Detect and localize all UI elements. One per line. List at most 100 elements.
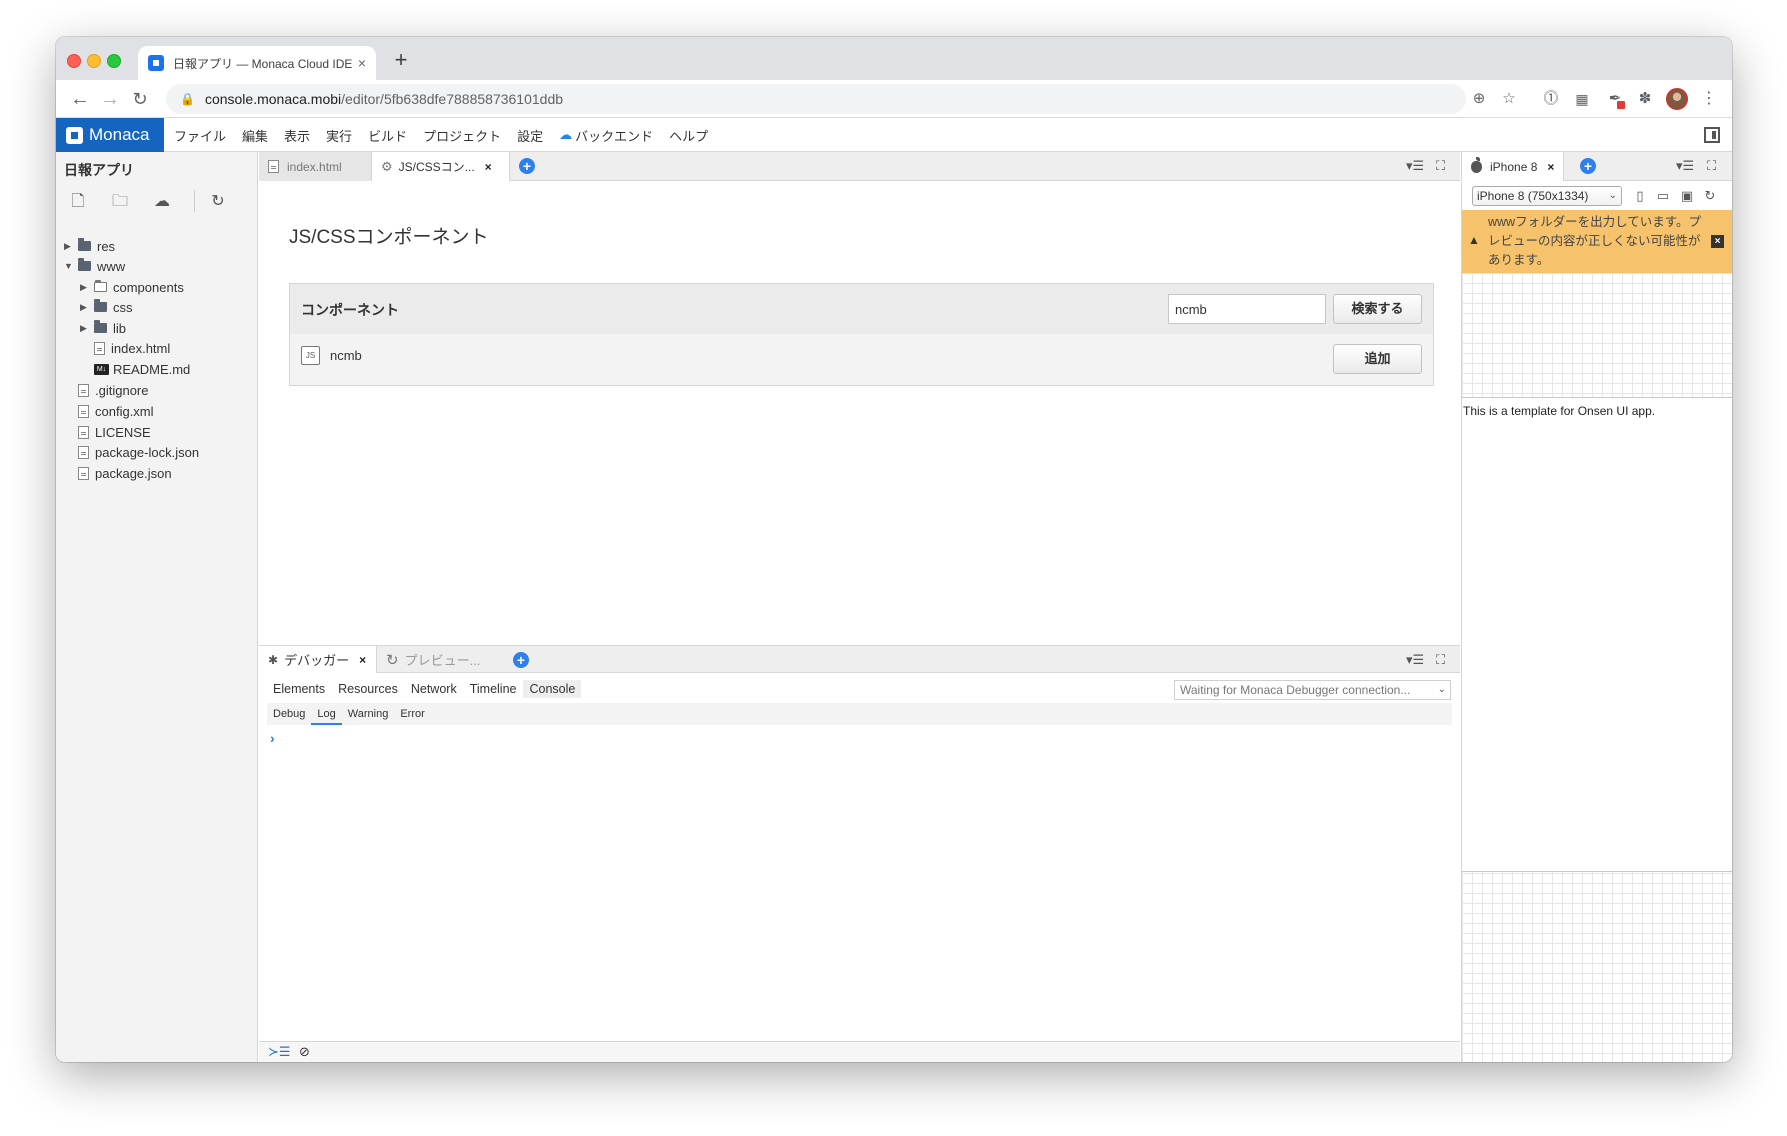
devtools-tab-network[interactable]: Network (405, 680, 463, 698)
add-to-page-icon[interactable]: ⊕ (1469, 89, 1489, 109)
menu-settings[interactable]: 設定 (517, 126, 543, 145)
forward-button[interactable]: → (96, 85, 124, 113)
component-search-header: コンポーネント 検索する (289, 283, 1434, 335)
panel-menu-icon[interactable]: ▾☰ (1676, 157, 1694, 175)
menu-view[interactable]: 表示 (284, 126, 310, 145)
reload-button[interactable]: ↻ (126, 85, 154, 113)
panel-menu-icon[interactable]: ▾☰ (1406, 651, 1424, 669)
menu-project[interactable]: プロジェクト (423, 126, 501, 145)
caret-right-icon[interactable]: ▶ (80, 302, 90, 313)
clear-console-icon[interactable]: ⊘ (299, 1044, 310, 1060)
project-sidebar: 日報アプリ 🗋 🗀 ☁ ↻ ▶ res ▼ www ▶ components ▶ css… (56, 152, 258, 1062)
add-tab-icon[interactable]: + (1580, 158, 1596, 174)
tree-item-config-xml[interactable]: config.xml (74, 401, 154, 421)
device-select[interactable]: iPhone 8 (750x1334) ⌄ (1472, 186, 1622, 206)
maximize-panel-icon[interactable]: ⛶ (1436, 651, 1445, 669)
minimize-window-button[interactable] (87, 54, 101, 68)
tree-item-lib[interactable]: ▶ lib (80, 318, 126, 338)
password-extension-icon[interactable]: ⓵ (1541, 89, 1561, 109)
more-menu-icon[interactable]: ⋮ (1699, 89, 1719, 109)
caret-right-icon[interactable]: ▶ (80, 282, 90, 293)
profile-avatar[interactable] (1666, 88, 1688, 110)
tree-item-index-html[interactable]: index.html (90, 338, 170, 358)
level-debug[interactable]: Debug (267, 703, 311, 725)
tree-item-package-lock[interactable]: package-lock.json (74, 442, 199, 462)
tree-item-gitignore[interactable]: .gitignore (74, 380, 148, 400)
add-tab-icon[interactable]: + (513, 652, 529, 668)
tree-item-css[interactable]: ▶ css (80, 297, 133, 317)
menu-run[interactable]: 実行 (326, 126, 352, 145)
new-tab-button[interactable]: + (386, 46, 416, 74)
devtools-tab-resources[interactable]: Resources (332, 680, 404, 698)
tree-item-package-json[interactable]: package.json (74, 463, 172, 483)
browser-tab-close-icon[interactable]: × (358, 55, 366, 71)
debugger-connection-select[interactable]: Waiting for Monaca Debugger connection..… (1174, 680, 1451, 700)
console-prompt[interactable]: › (270, 730, 275, 746)
close-window-button[interactable] (67, 54, 81, 68)
level-warning[interactable]: Warning (342, 703, 395, 725)
add-tab-icon[interactable]: + (519, 158, 535, 174)
maximize-window-button[interactable] (107, 54, 121, 68)
markdown-icon: M↓ (94, 363, 109, 375)
landscape-icon[interactable]: ▭ (1655, 187, 1671, 205)
maximize-panel-icon[interactable]: ⛶ (1707, 157, 1716, 175)
refresh-preview-icon[interactable]: ↻ (1702, 187, 1718, 205)
tab-iphone-8-preview[interactable]: iPhone 8 × (1462, 152, 1565, 181)
portrait-icon[interactable]: ▯ (1632, 187, 1648, 205)
tab-index-html[interactable]: index.html (259, 152, 372, 181)
add-component-button[interactable]: 追加 (1333, 344, 1422, 374)
sync-icon[interactable]: ↻ (207, 191, 229, 213)
menu-build[interactable]: ビルド (368, 126, 407, 145)
search-button[interactable]: 検索する (1333, 294, 1422, 324)
tab-close-icon[interactable]: × (485, 160, 492, 174)
tree-item-readme[interactable]: M↓ README.md (92, 359, 190, 379)
preview-screen-text: This is a template for Onsen UI app. (1463, 404, 1656, 418)
layout-toggle-icon[interactable] (1704, 127, 1720, 143)
cloud-upload-icon[interactable]: ☁ (151, 191, 173, 213)
tab-close-icon[interactable]: × (1547, 160, 1554, 174)
components-folder-icon (94, 280, 107, 292)
close-warning-icon[interactable]: × (1711, 235, 1724, 248)
tab-preview-log[interactable]: ↻ プレビュー... (377, 646, 507, 673)
chevron-down-icon: ⌄ (1608, 190, 1617, 201)
cloud-icon: ☁ (559, 127, 573, 142)
tree-item-www[interactable]: ▼ www (64, 256, 125, 276)
file-icon (78, 383, 89, 397)
caret-right-icon[interactable]: ▶ (64, 241, 74, 252)
tab-close-icon[interactable]: × (359, 653, 366, 667)
tree-item-components[interactable]: ▶ components (80, 277, 184, 297)
monaca-logo[interactable]: Monaca (56, 118, 164, 152)
menu-backend[interactable]: ☁ バックエンド (559, 126, 653, 145)
browser-tab-monaca[interactable]: 日報アプリ — Monaca Cloud IDE × (138, 46, 376, 80)
devtools-tab-elements[interactable]: Elements (267, 680, 331, 698)
menu-edit[interactable]: 編集 (242, 126, 268, 145)
bookmark-star-icon[interactable]: ☆ (1499, 89, 1519, 109)
device-preview-screen[interactable]: This is a template for Onsen UI app. (1461, 397, 1732, 872)
new-file-icon[interactable]: 🗋 (67, 191, 89, 213)
new-folder-icon[interactable]: 🗀 (109, 191, 131, 213)
level-log[interactable]: Log (311, 703, 342, 725)
menu-file[interactable]: ファイル (174, 126, 226, 145)
devtools-tab-timeline[interactable]: Timeline (464, 680, 523, 698)
maximize-panel-icon[interactable]: ⛶ (1436, 157, 1445, 175)
level-error[interactable]: Error (394, 703, 430, 725)
component-search-input[interactable] (1168, 294, 1326, 324)
screenshot-icon[interactable]: ▣ (1679, 187, 1695, 205)
back-button[interactable]: ← (66, 85, 94, 113)
puzzle-extensions-icon[interactable]: ✽ (1635, 89, 1655, 109)
address-bar[interactable]: 🔒 console.monaca.mobi/editor/5fb638dfe78… (166, 84, 1466, 114)
devtools-tab-console[interactable]: Console (523, 680, 582, 698)
caret-right-icon[interactable]: ▶ (80, 323, 90, 334)
tree-item-res[interactable]: ▶ res (64, 236, 115, 256)
show-console-icon[interactable]: ≻☰ (268, 1044, 291, 1060)
menu-help[interactable]: ヘルプ (669, 126, 708, 145)
caret-down-icon[interactable]: ▼ (64, 261, 74, 271)
pen-extension-icon[interactable]: ✒ (1605, 89, 1625, 109)
url-path: /editor/5fb638dfe788858736101ddb (341, 91, 564, 107)
panel-menu-icon[interactable]: ▾☰ (1406, 157, 1424, 175)
qr-code-icon[interactable]: ▦ (1572, 89, 1592, 109)
tab-debugger[interactable]: ✱ デバッガー × (259, 646, 377, 673)
tab-js-css-components[interactable]: ⚙ JS/CSSコン... × (372, 152, 510, 181)
debugger-console: Elements Resources Network Timeline Cons… (259, 673, 1460, 1062)
tree-item-license[interactable]: LICENSE (74, 422, 151, 442)
